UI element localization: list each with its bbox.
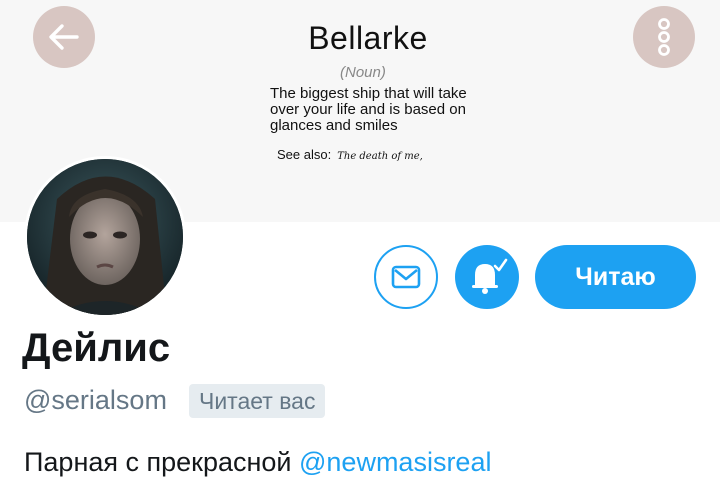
message-button[interactable] <box>374 245 438 309</box>
more-options-button[interactable] <box>633 6 695 68</box>
bio-mention-link[interactable]: @newmasisreal <box>299 447 491 477</box>
banner-part-of-speech: (Noun) <box>340 64 386 81</box>
bio-text: Парная с прекрасной <box>24 447 299 477</box>
banner-definition: The biggest ship that will take over you… <box>270 85 467 134</box>
profile-bio: Парная с прекрасной @newmasisreal <box>24 447 491 478</box>
banner-see-also-value: The death of me, <box>337 151 423 162</box>
profile-handle: @serialsom <box>24 385 167 415</box>
more-vertical-icon <box>658 18 670 56</box>
notifications-button[interactable] <box>455 245 519 309</box>
banner-see-also-label: See also: <box>277 147 332 162</box>
back-button[interactable] <box>33 6 95 68</box>
profile-display-name: Дейлис <box>22 326 171 370</box>
avatar[interactable] <box>24 156 186 318</box>
follows-you-badge: Читает вас <box>189 384 326 418</box>
banner-see-also: See also: The death of me, <box>277 147 423 162</box>
banner-title: Bellarke <box>308 20 428 56</box>
following-button[interactable]: Читаю <box>535 245 696 309</box>
back-arrow-icon <box>49 24 79 50</box>
avatar-photo <box>27 159 183 315</box>
mail-icon <box>391 265 421 289</box>
bell-check-icon <box>472 258 508 294</box>
